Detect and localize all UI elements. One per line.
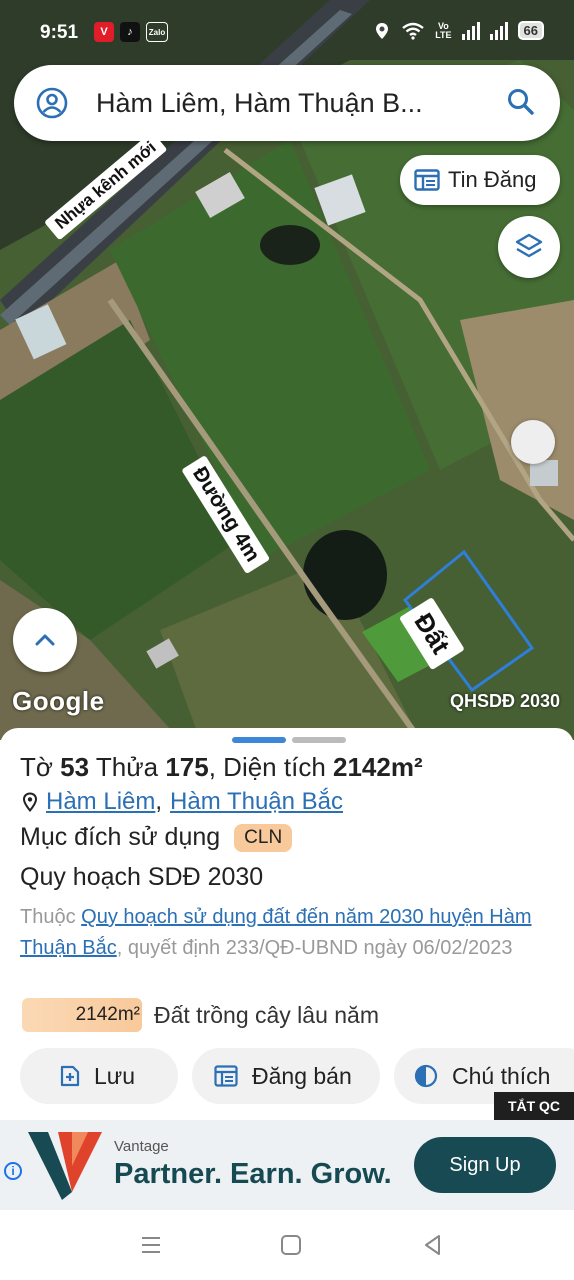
land-type-row: 2142m² Đất trồng cây lâu năm xyxy=(22,998,379,1032)
status-bar: 9:51 V ♪ Zalo Vo LTE 66 xyxy=(0,0,574,62)
land-purpose-row: Mục đích sử dụng CLN xyxy=(20,823,293,852)
account-icon[interactable] xyxy=(36,87,68,119)
location-icon xyxy=(376,22,389,39)
viettel-app-icon: V xyxy=(94,22,114,42)
parcel-title: Tờ 53 Thửa 175, Diện tích 2142m² xyxy=(20,752,423,782)
listings-label: Tin Đăng xyxy=(448,167,537,192)
pager-dot-active[interactable] xyxy=(232,737,286,743)
google-logo: Google xyxy=(12,686,105,716)
ad-slogan: Partner. Earn. Grow. xyxy=(114,1158,392,1190)
listing-icon xyxy=(414,169,440,191)
search-icon[interactable] xyxy=(506,87,536,117)
district-link[interactable]: Hàm Thuận Bắc xyxy=(170,788,343,816)
location-pin-icon xyxy=(22,792,38,812)
status-indicators: Vo LTE 66 xyxy=(373,21,544,40)
vantage-logo xyxy=(28,1132,102,1200)
search-bar[interactable]: Hàm Liêm, Hàm Thuận B... xyxy=(14,65,560,141)
ad-brand: Vantage xyxy=(114,1138,169,1155)
back-icon[interactable] xyxy=(420,1232,446,1258)
parcel-info-sheet[interactable]: Tờ 53 Thửa 175, Diện tích 2142m² Hàm Liê… xyxy=(0,728,574,1128)
sheet-pager[interactable] xyxy=(232,737,346,743)
sheet-number: 53 xyxy=(60,752,90,782)
purpose-label: Mục đích sử dụng xyxy=(20,823,221,851)
status-app-icons: V ♪ Zalo xyxy=(94,22,168,42)
area-badge: 2142m² xyxy=(22,998,142,1032)
ad-info-icon[interactable]: i xyxy=(4,1162,22,1180)
location-row: Hàm Liêm, Hàm Thuận Bắc xyxy=(22,788,343,816)
map-view[interactable]: 9:51 V ♪ Zalo Vo LTE 66 Hàm Liêm, Hàm Th… xyxy=(0,0,574,740)
contrast-icon xyxy=(414,1064,438,1088)
commune-link[interactable]: Hàm Liêm xyxy=(46,788,155,816)
home-icon[interactable] xyxy=(278,1232,304,1258)
listings-button[interactable]: Tin Đăng xyxy=(400,155,560,205)
ad-banner[interactable]: i Vantage Partner. Earn. Grow. Sign Up xyxy=(0,1120,574,1210)
system-nav-bar xyxy=(0,1210,574,1280)
action-row: Lưu Đăng bán Chú thích xyxy=(20,1048,574,1104)
save-icon xyxy=(60,1065,80,1087)
plot-number: 175 xyxy=(165,752,209,782)
plan-title: Quy hoạch SDĐ 2030 xyxy=(20,863,264,891)
save-button[interactable]: Lưu xyxy=(20,1048,178,1104)
zalo-app-icon: Zalo xyxy=(146,22,168,42)
signal-2-icon xyxy=(489,21,508,40)
sign-up-button[interactable]: Sign Up xyxy=(414,1137,556,1193)
search-input[interactable]: Hàm Liêm, Hàm Thuận B... xyxy=(96,88,496,119)
recent-apps-icon[interactable] xyxy=(138,1232,164,1258)
signal-1-icon xyxy=(461,21,480,40)
expand-up-button[interactable] xyxy=(13,608,77,672)
land-type-label: Đất trồng cây lâu năm xyxy=(154,1001,380,1028)
wifi-icon xyxy=(402,22,424,40)
pager-dot[interactable] xyxy=(292,737,346,743)
purpose-code-badge: CLN xyxy=(234,823,293,852)
network-type: Vo LTE xyxy=(435,20,452,40)
status-time: 9:51 xyxy=(40,22,79,43)
map-layer-name: QHSDĐ 2030 xyxy=(449,691,560,711)
map-control-dot[interactable] xyxy=(511,420,555,464)
layers-button[interactable] xyxy=(498,216,560,278)
listing-icon xyxy=(214,1065,238,1087)
plan-description: Thuộc Quy hoạch sử dụng đất đến năm 2030… xyxy=(20,906,532,959)
layers-icon xyxy=(515,233,543,258)
tiktok-app-icon: ♪ xyxy=(120,22,140,42)
battery-icon: 66 xyxy=(517,21,544,40)
parcel-area: 2142m² xyxy=(333,752,423,782)
close-ad-button[interactable]: TẮT QC xyxy=(494,1092,574,1120)
chevron-up-icon xyxy=(35,634,55,646)
post-for-sale-button[interactable]: Đăng bán xyxy=(192,1048,380,1104)
